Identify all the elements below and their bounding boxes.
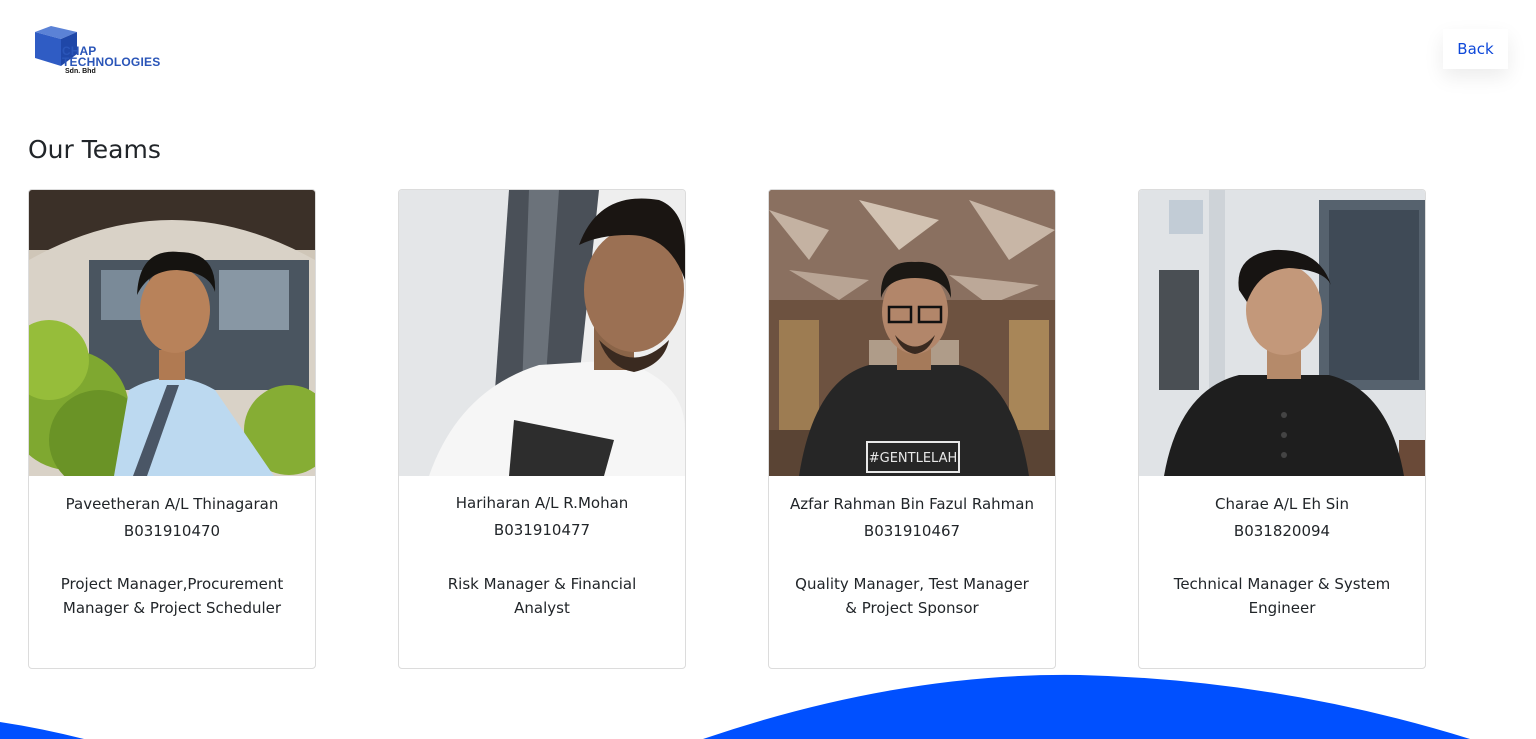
card-body: Charae A/L Eh Sin B031820094 Technical M… xyxy=(1139,476,1425,668)
card-body: Azfar Rahman Bin Fazul Rahman B031910467… xyxy=(769,476,1055,668)
team-card: #GENTLELAH Azfar Rahman Bin Fazul Rahman… xyxy=(768,189,1056,669)
member-id: B031820094 xyxy=(1233,522,1331,540)
member-id: B031910470 xyxy=(123,522,221,540)
team-card: Paveetheran A/L Thinagaran B031910470 Pr… xyxy=(28,189,316,669)
member-role: Technical Manager & System Engineer xyxy=(1173,575,1391,617)
member-photo: #GENTLELAH xyxy=(769,190,1055,476)
team-page: CHAP TECHNOLOGIES Sdn. Bhd Back Our Team… xyxy=(0,0,1536,739)
logo-text-sdn-bhd: Sdn. Bhd xyxy=(65,68,96,75)
member-role: Quality Manager, Test Manager & Project … xyxy=(795,575,1029,617)
team-card: Charae A/L Eh Sin B031820094 Technical M… xyxy=(1138,189,1426,669)
member-id: B031910467 xyxy=(863,522,961,540)
member-name: Azfar Rahman Bin Fazul Rahman xyxy=(789,495,1034,513)
logo-text-technologies: TECHNOLOGIES xyxy=(62,55,161,69)
member-name: Hariharan A/L R.Mohan xyxy=(455,494,629,512)
team-card: Hariharan A/L R.Mohan B031910477 Risk Ma… xyxy=(398,189,686,669)
svg-text:#GENTLELAH: #GENTLELAH xyxy=(869,451,958,466)
member-photo xyxy=(29,190,315,476)
member-role: Risk Manager & Financial Analyst xyxy=(447,575,637,617)
member-name: Paveetheran A/L Thinagaran xyxy=(65,495,279,513)
company-logo[interactable]: CHAP TECHNOLOGIES Sdn. Bhd xyxy=(35,26,175,78)
card-body: Hariharan A/L R.Mohan B031910477 Risk Ma… xyxy=(399,476,685,668)
back-button[interactable]: Back xyxy=(1443,29,1508,69)
card-body: Paveetheran A/L Thinagaran B031910470 Pr… xyxy=(29,476,315,668)
page-title: Our Teams xyxy=(28,135,161,164)
member-id: B031910477 xyxy=(493,521,591,539)
member-photo xyxy=(399,190,685,476)
member-role: Project Manager,Procurement Manager & Pr… xyxy=(60,575,284,617)
member-name: Charae A/L Eh Sin xyxy=(1215,495,1349,513)
member-photo xyxy=(1139,190,1425,476)
